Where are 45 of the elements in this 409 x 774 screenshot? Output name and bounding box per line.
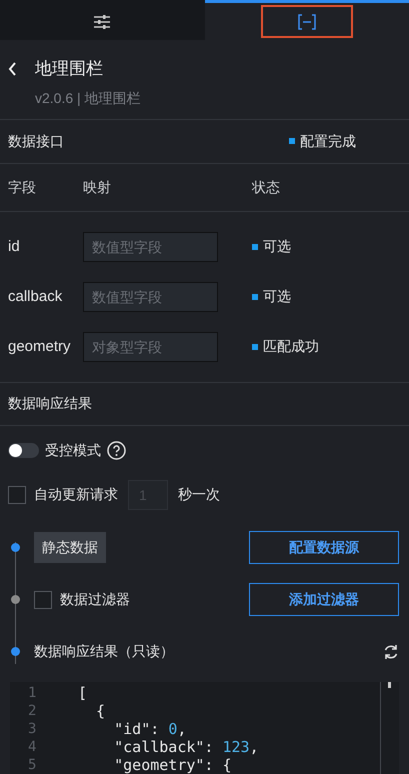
code-line: "callback": 123, <box>113 738 259 756</box>
checkbox-label: 自动更新请求 <box>34 485 118 504</box>
panel-title: 地理围栏 <box>35 58 103 80</box>
step-label: 数据响应结果（只读） <box>34 642 174 662</box>
line-number: 5 <box>27 756 38 774</box>
version-text: v2.0.6 | 地理围栏 <box>35 88 142 108</box>
field-name: id <box>8 236 21 257</box>
field-name: geometry <box>8 336 72 357</box>
unit-text: 秒一次 <box>178 485 220 504</box>
field-name: callback <box>8 286 64 307</box>
bracket-icon <box>298 14 316 30</box>
checkbox-label: 数据过滤器 <box>60 590 130 610</box>
status-text: 匹配成功 <box>263 337 319 356</box>
section-title: 数据接口 <box>8 132 65 151</box>
back-icon[interactable] <box>8 62 17 76</box>
data-tag: 静态数据 <box>34 532 106 564</box>
status-text: 可选 <box>263 287 291 306</box>
mapping-input[interactable]: 数值型字段 <box>83 232 218 262</box>
refresh-icon[interactable] <box>383 644 399 660</box>
line-number: 1 <box>27 684 38 702</box>
checkbox[interactable] <box>8 486 26 504</box>
scrollbar[interactable] <box>388 682 391 688</box>
column-header: 状态 <box>252 178 280 197</box>
checkbox[interactable] <box>34 590 52 609</box>
section-title: 数据响应结果 <box>8 394 92 414</box>
action-button[interactable]: 配置数据源 <box>249 531 399 564</box>
line-number: 4 <box>27 738 38 756</box>
mapping-input[interactable]: 数值型字段 <box>83 282 218 312</box>
tab[interactable] <box>204 0 409 40</box>
line-number: 2 <box>27 702 38 720</box>
code-line: [ <box>78 684 88 702</box>
action-button[interactable]: 添加过滤器 <box>249 583 399 616</box>
line-number: 3 <box>27 720 38 738</box>
mapping-input[interactable]: 对象型字段 <box>83 332 218 362</box>
help-icon[interactable] <box>107 441 126 460</box>
sliders-icon <box>94 14 110 29</box>
status-text: 可选 <box>263 237 291 256</box>
status-text: 配置完成 <box>300 132 356 151</box>
code-line: { <box>95 702 106 720</box>
code-line: "geometry": { <box>113 756 232 774</box>
toggle-label: 受控模式 <box>45 441 101 460</box>
column-header: 映射 <box>83 178 112 197</box>
column-header: 字段 <box>8 178 37 197</box>
code-line: "id": 0, <box>113 720 186 738</box>
toggle-switch[interactable] <box>8 443 39 458</box>
